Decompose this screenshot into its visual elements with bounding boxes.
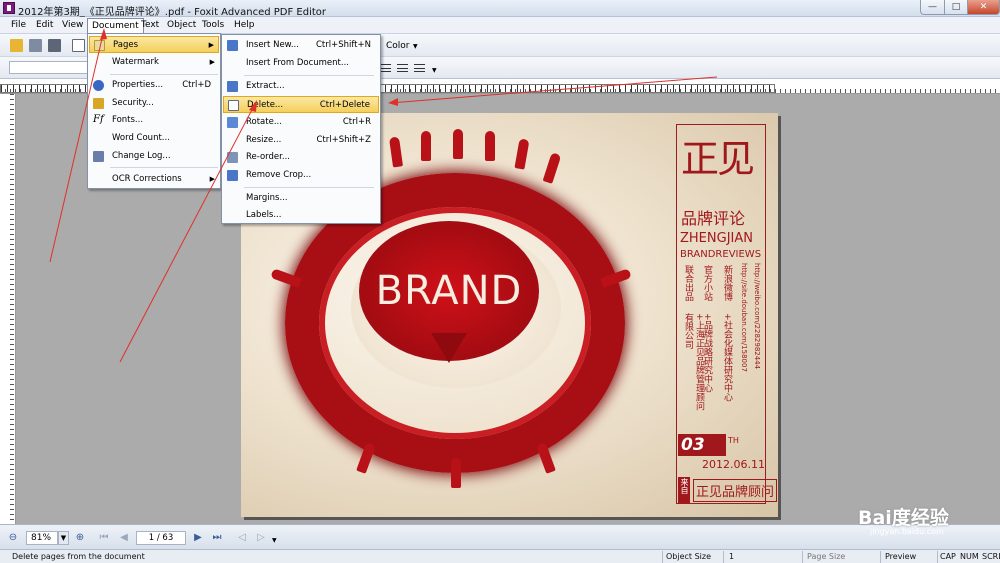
annotation-arrowhead bbox=[249, 100, 257, 112]
annotation-arrowhead bbox=[100, 28, 107, 40]
annotation-arrow-document bbox=[49, 29, 105, 263]
annotation-arrow-pages bbox=[119, 101, 257, 363]
annotation-arrow-delete bbox=[389, 76, 718, 104]
annotation-arrows bbox=[49, 28, 718, 363]
annotation-arrowhead bbox=[388, 98, 398, 106]
